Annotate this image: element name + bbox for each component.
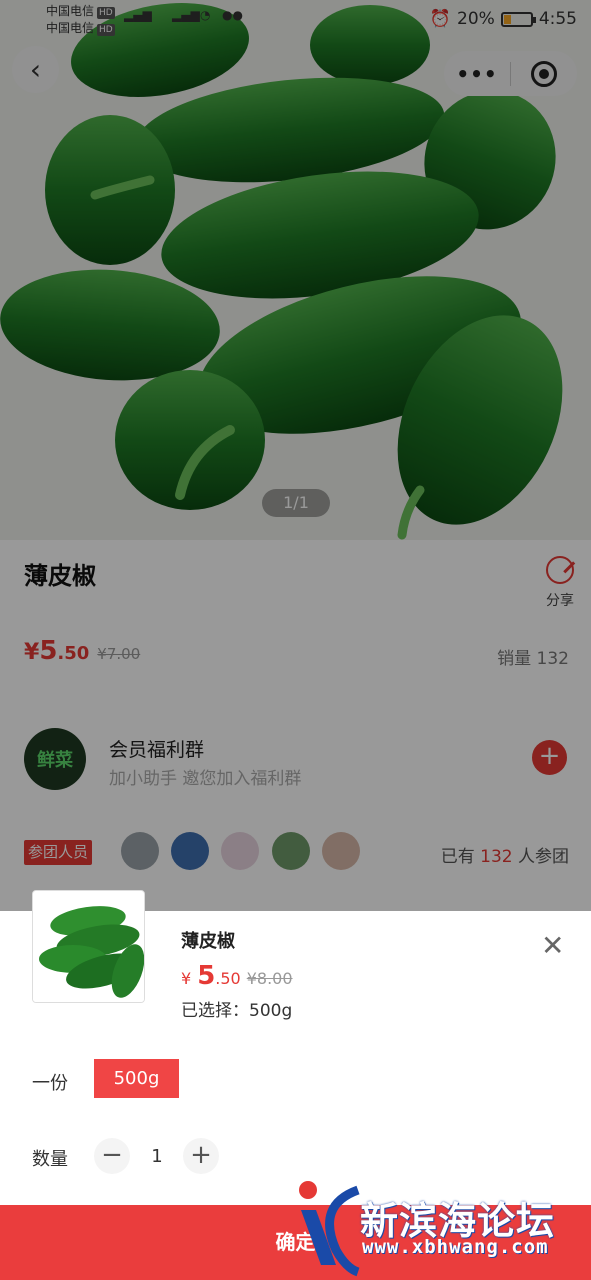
quantity-value: 1 (151, 1146, 163, 1167)
spec-label: 一份 (32, 1073, 68, 1094)
selected-spec: 已选择：500g (181, 1001, 293, 1021)
price-symbol: ¥ (181, 969, 192, 988)
close-icon[interactable]: ✕ (541, 931, 564, 961)
original-price: ¥8.00 (246, 969, 293, 988)
sheet-price: ¥5.50 ¥8.00 (181, 961, 293, 991)
quantity-increase-button[interactable]: + (183, 1138, 219, 1174)
sheet-product-title: 薄皮椒 (181, 931, 235, 952)
sheet-product-thumbnail (32, 890, 145, 1003)
spec-option-500g[interactable]: 500g (94, 1059, 179, 1098)
quantity-decrease-button[interactable]: − (94, 1138, 130, 1174)
quantity-label: 数量 (32, 1149, 68, 1170)
watermark-url: www.xbhwang.com (362, 1236, 549, 1258)
price-integer: 5 (197, 961, 216, 991)
price-decimal: .50 (215, 969, 241, 988)
pepper-thumbnail (33, 891, 144, 1002)
